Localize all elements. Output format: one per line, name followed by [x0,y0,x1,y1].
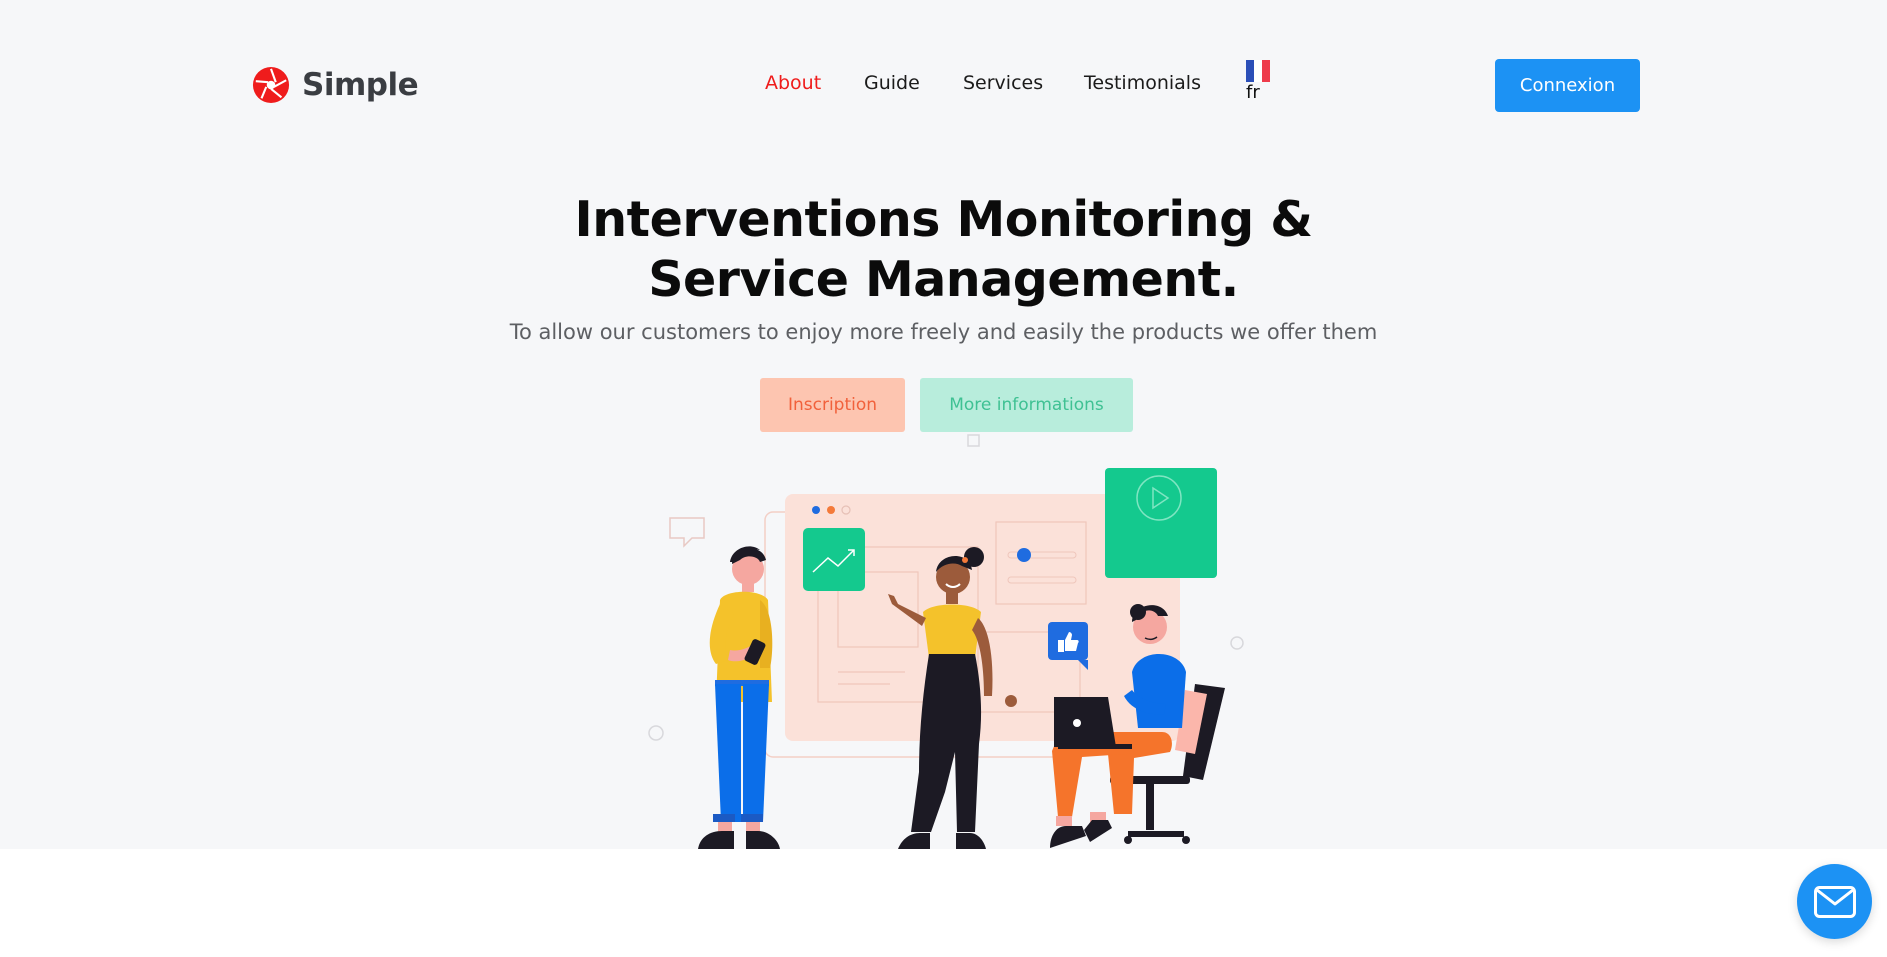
nav-item-testimonials[interactable]: Testimonials [1084,72,1201,94]
nav-item-guide[interactable]: Guide [864,72,920,94]
hero-subtitle: To allow our customers to enjoy more fre… [509,320,1378,344]
signup-button[interactable]: Inscription [760,378,905,432]
page-title-line1: Interventions Monitoring & [574,191,1313,248]
page-title-line2: Service Management. [648,251,1239,308]
france-flag-icon [1246,60,1270,82]
language-code: fr [1246,82,1260,103]
nav-item-about[interactable]: About [765,72,821,94]
contact-mail-button[interactable] [1797,864,1872,939]
person-with-phone [698,546,780,849]
hero-section: Simple About Guide Services Testimonials… [0,0,1887,849]
login-button[interactable]: Connexion [1495,59,1640,112]
page-title: Interventions Monitoring & Service Manag… [0,190,1887,310]
language-selector[interactable]: fr [1246,60,1272,103]
more-info-button[interactable]: More informations [920,378,1133,432]
team-collaboration-illustration [648,434,1244,849]
nav-item-services[interactable]: Services [963,72,1043,94]
mail-icon [1813,885,1856,918]
